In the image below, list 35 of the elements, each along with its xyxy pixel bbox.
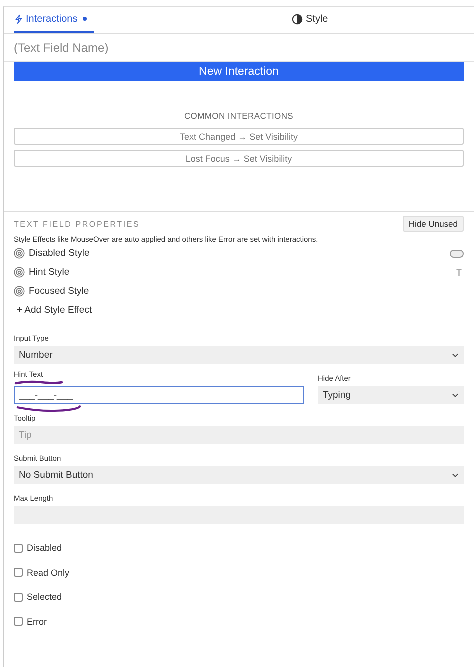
target-icon xyxy=(14,248,25,259)
interaction-button[interactable]: Text Changed → Set Visibility xyxy=(14,128,464,145)
chevron-down-icon xyxy=(452,472,459,478)
dropdown[interactable]: Typing xyxy=(318,386,464,404)
checkbox[interactable] xyxy=(14,568,23,578)
section-title: TEXT FIELD PROPERTIES xyxy=(14,220,140,228)
dropdown[interactable]: Number xyxy=(14,346,464,364)
checkbox-label: Selected xyxy=(27,592,62,602)
checkbox-label: Read Only xyxy=(27,568,70,578)
style-effect-item[interactable]: Focused Style xyxy=(29,286,464,297)
checkbox-label: Disabled xyxy=(27,543,62,554)
input-field[interactable]: ___-___-___ xyxy=(14,386,304,404)
lightning-icon xyxy=(15,14,23,24)
style-effect-item[interactable]: Hint Style xyxy=(29,267,452,278)
checkbox-label: Error xyxy=(27,616,47,627)
new-interaction-button[interactable]: New Interaction xyxy=(14,62,464,81)
toggle-icon xyxy=(450,250,464,258)
dropdown[interactable]: No Submit Button xyxy=(14,466,464,484)
text-style-indicator: T xyxy=(456,268,462,278)
checkbox[interactable] xyxy=(14,544,23,553)
tab[interactable]: Style xyxy=(292,7,328,33)
add-style-effect-link[interactable]: + Add Style Effect xyxy=(14,302,464,319)
hide-unused-button[interactable]: Hide Unused xyxy=(402,216,464,232)
input-field[interactable]: Tip xyxy=(14,426,464,444)
chevron-down-icon xyxy=(452,352,459,358)
interaction-button[interactable]: Lost Focus → Set Visibility xyxy=(14,150,464,167)
style-effect-item[interactable]: Disabled Style xyxy=(29,248,446,259)
contrast-icon xyxy=(292,14,303,24)
checkbox[interactable] xyxy=(14,592,23,602)
chevron-down-icon xyxy=(452,392,459,398)
checkbox[interactable] xyxy=(14,617,23,626)
annotation-mark xyxy=(16,405,82,413)
target-icon xyxy=(14,286,25,297)
section-title: COMMON INTERACTIONS xyxy=(183,111,295,121)
target-icon xyxy=(14,267,25,278)
